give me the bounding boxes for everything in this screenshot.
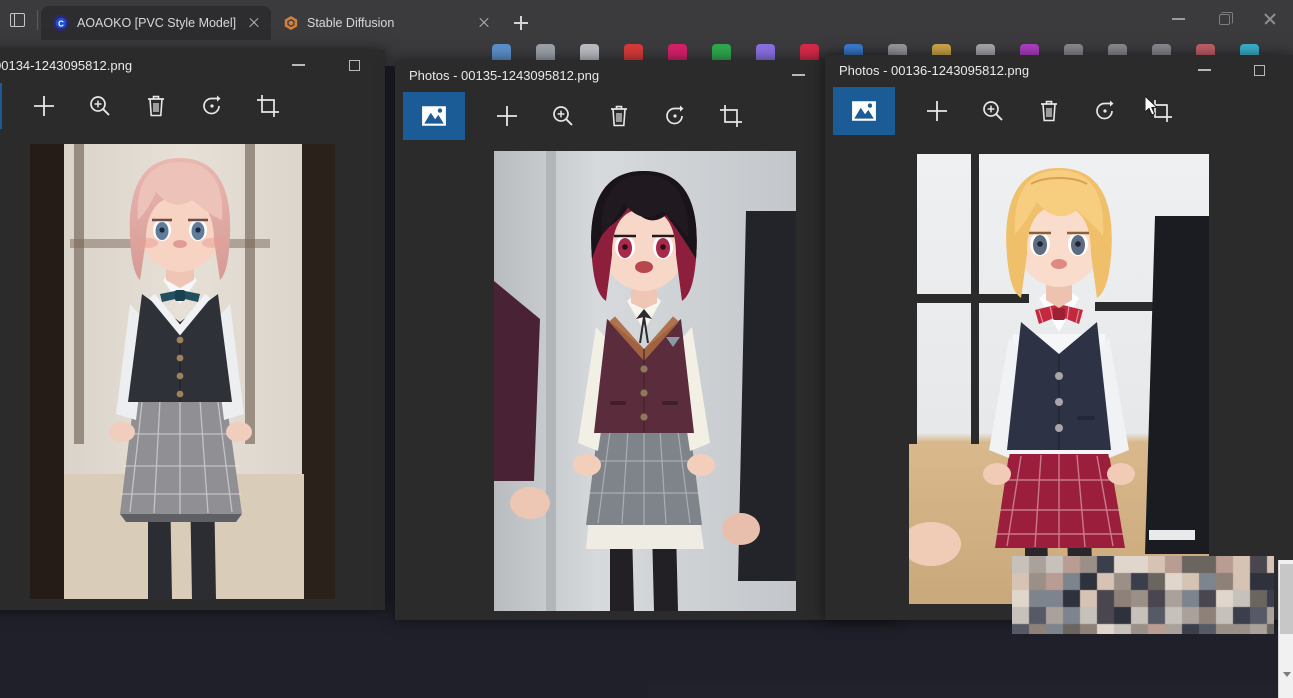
rotate-tool-button[interactable] (1077, 88, 1133, 134)
tab-aoaoko[interactable]: C AOAOKO [PVC Style Model] - PV (41, 6, 271, 40)
browser-window-controls (1155, 0, 1293, 38)
zoom-in-tool-button[interactable] (965, 88, 1021, 134)
screen: Upscaler 1 R-ESRGAN 4x+ Anime6B ▾ Upscal… (0, 0, 1293, 698)
photo-canvas (395, 142, 895, 620)
rotate-icon (203, 95, 221, 115)
browser-title-bar: C AOAOKO [PVC Style Model] - PV Stable D… (0, 0, 1293, 40)
image-anime-girl-black-hair (494, 151, 796, 611)
photos-minimize-button[interactable] (1198, 55, 1211, 85)
tab-divider (37, 10, 38, 30)
crop-icon (257, 95, 279, 117)
photos-window-title-bar: 00134-1243095812.png (0, 50, 385, 80)
tab-title: AOAOKO [PVC Style Model] - PV (77, 16, 237, 30)
delete-icon (148, 95, 164, 117)
photos-restore-button[interactable] (349, 50, 360, 80)
photos-restore-button[interactable] (1254, 55, 1265, 85)
browser-minimize-button[interactable] (1155, 0, 1201, 38)
crop-tool-button[interactable] (240, 83, 296, 129)
stable-diffusion-hexagon-icon (284, 16, 298, 30)
photos-window-00134[interactable]: 00134-1243095812.png (0, 50, 385, 610)
image-icon (852, 101, 876, 121)
image-tool-button[interactable] (0, 83, 2, 129)
add-tool-button[interactable] (16, 83, 72, 129)
browser-restore-button[interactable] (1201, 0, 1247, 38)
window-title: Photos - 00136-1243095812.png (839, 62, 1030, 78)
add-icon (497, 106, 517, 126)
window-title: Photos - 00135-1243095812.png (409, 67, 600, 83)
crop-icon (720, 105, 742, 127)
zoom-in-icon (553, 106, 573, 126)
sidebar-toggle-icon (9, 13, 25, 27)
delete-tool-button[interactable] (591, 93, 647, 139)
photos-toolbar (395, 90, 895, 142)
browser-close-button[interactable] (1247, 0, 1293, 38)
photos-toolbar (825, 85, 1293, 137)
scrollbar-thumb[interactable] (1280, 564, 1293, 634)
zoom-in-tool-button[interactable] (535, 93, 591, 139)
photos-window-title-bar: Photos - 00135-1243095812.png (395, 60, 895, 90)
photos-toolbar (0, 80, 385, 132)
new-tab-button[interactable] (507, 9, 535, 37)
rotate-icon (1096, 100, 1114, 120)
photos-minimize-button[interactable] (792, 60, 805, 90)
photo-canvas (825, 137, 1293, 620)
zoom-in-tool-button[interactable] (72, 83, 128, 129)
rotate-tool-button[interactable] (647, 93, 703, 139)
delete-tool-button[interactable] (128, 83, 184, 129)
rotate-tool-button[interactable] (184, 83, 240, 129)
photo-canvas (0, 132, 385, 610)
add-icon (34, 96, 54, 116)
add-tool-button[interactable] (479, 93, 535, 139)
civitai-icon: C (53, 15, 69, 31)
pixelated-region (1012, 556, 1274, 634)
close-icon[interactable] (245, 14, 263, 32)
zoom-in-icon (983, 101, 1003, 121)
add-tool-button[interactable] (909, 88, 965, 134)
crop-tool-button[interactable] (703, 93, 759, 139)
sidebar-toggle-button[interactable] (0, 0, 34, 40)
image-icon (422, 106, 446, 126)
result-actions-panel: Send to img2img Send to inpaint Send to … (648, 684, 1293, 698)
image-tool-button[interactable] (403, 92, 465, 140)
mouse-cursor-icon (1145, 96, 1158, 116)
photos-window-00135[interactable]: Photos - 00135-1243095812.png (395, 60, 895, 620)
add-icon (927, 101, 947, 121)
photos-window-title-bar: Photos - 00136-1243095812.png (825, 55, 1293, 85)
page-scrollbar[interactable] (1278, 560, 1293, 698)
rotate-icon (666, 105, 684, 125)
scroll-down-arrow-icon[interactable] (1279, 666, 1293, 682)
image-anime-girl-blonde-hair (909, 153, 1209, 604)
photos-minimize-button[interactable] (292, 50, 305, 80)
svg-text:C: C (58, 19, 64, 28)
image-anime-girl-pink-hair (30, 143, 335, 599)
photos-window-00136[interactable]: Photos - 00136-1243095812.png (825, 55, 1293, 620)
image-tool-button[interactable] (833, 87, 895, 135)
tab-stable-diffusion[interactable]: Stable Diffusion (271, 6, 501, 40)
delete-icon (611, 105, 627, 127)
tab-title: Stable Diffusion (307, 16, 395, 30)
crop-tool-button[interactable] (1133, 88, 1189, 134)
zoom-in-icon (90, 96, 110, 116)
delete-icon (1041, 100, 1057, 122)
delete-tool-button[interactable] (1021, 88, 1077, 134)
window-title: 00134-1243095812.png (0, 57, 133, 73)
tab-strip: C AOAOKO [PVC Style Model] - PV Stable D… (0, 0, 535, 40)
close-icon[interactable] (475, 14, 493, 32)
